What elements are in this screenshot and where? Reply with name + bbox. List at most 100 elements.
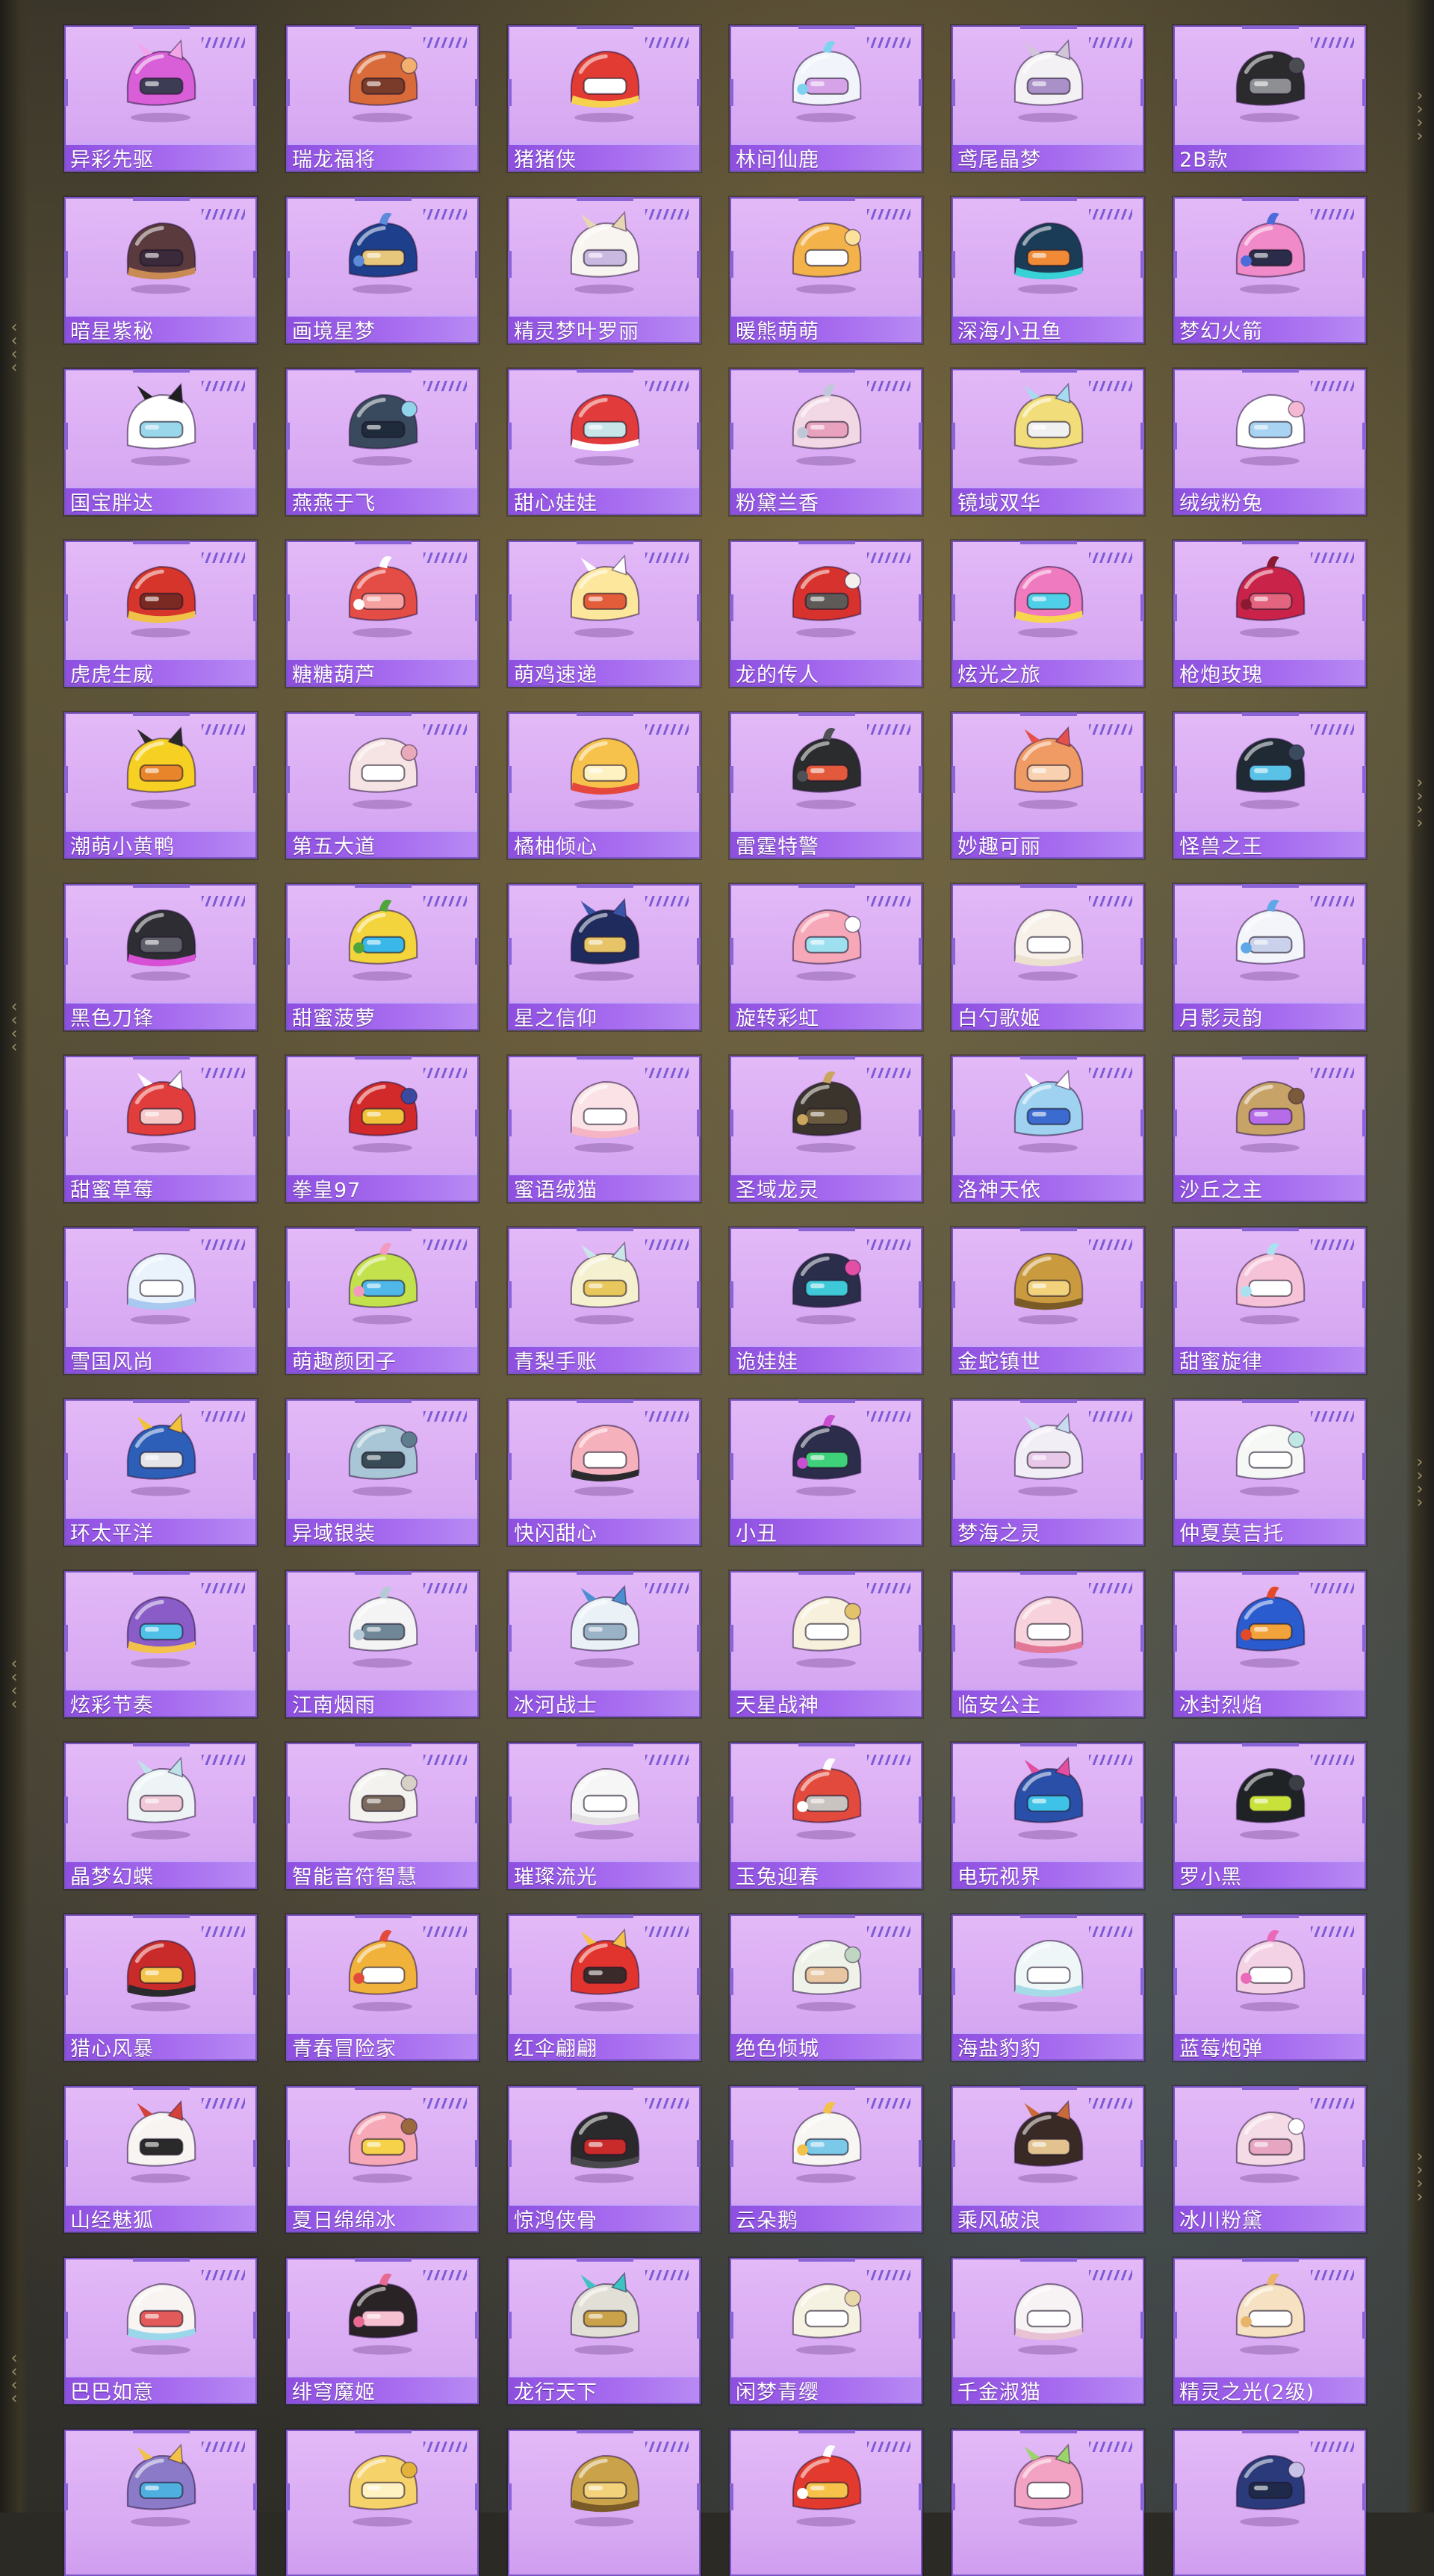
helmet-skin-card[interactable]: 江南烟雨 bbox=[286, 1571, 479, 1717]
helmet-skin-card[interactable]: 梦幻火箭 bbox=[1173, 197, 1366, 343]
helmet-skin-card[interactable]: 梦海之灵 bbox=[952, 1399, 1144, 1546]
helmet-skin-card[interactable]: 智能音符智慧 bbox=[286, 1743, 479, 1889]
helmet-skin-card[interactable]: 红伞翩翩 bbox=[508, 1914, 701, 2061]
helmet-skin-card[interactable]: 瑞龙福将 bbox=[286, 25, 479, 172]
helmet-skin-card[interactable]: 异彩先驱 bbox=[64, 25, 257, 172]
helmet-skin-card[interactable]: 精灵之光(2级) bbox=[1173, 2258, 1366, 2404]
helmet-skin-card[interactable]: 龙行天下 bbox=[508, 2258, 701, 2404]
helmet-skin-card[interactable]: 怪兽之王 bbox=[1173, 712, 1366, 859]
helmet-skin-card[interactable] bbox=[64, 2430, 257, 2576]
helmet-skin-card[interactable]: 虎虎生威 bbox=[64, 541, 257, 687]
helmet-skin-card[interactable]: 绯穹魔姬 bbox=[286, 2258, 479, 2404]
helmet-skin-card[interactable]: 糖糖葫芦 bbox=[286, 541, 479, 687]
helmet-skin-card[interactable]: 罗小黑 bbox=[1173, 1743, 1366, 1889]
helmet-skin-card[interactable]: 天星战神 bbox=[730, 1571, 922, 1717]
card-side-tab bbox=[286, 1281, 290, 1308]
helmet-skin-card[interactable]: 月影灵韵 bbox=[1173, 884, 1366, 1030]
helmet-skin-card[interactable]: 环太平洋 bbox=[64, 1399, 257, 1546]
helmet-skin-card[interactable]: 精灵梦叶罗丽 bbox=[508, 197, 701, 343]
helmet-skin-card[interactable]: 小丑 bbox=[730, 1399, 922, 1546]
card-side-tab bbox=[253, 1281, 257, 1308]
helmet-skin-card[interactable]: 千金淑猫 bbox=[952, 2258, 1144, 2404]
helmet-skin-card[interactable]: 电玩视界 bbox=[952, 1743, 1144, 1889]
helmet-skin-card[interactable] bbox=[508, 2430, 701, 2576]
helmet-skin-card[interactable]: 燕燕于飞 bbox=[286, 369, 479, 515]
helmet-skin-card[interactable]: 青春冒险家 bbox=[286, 1914, 479, 2061]
helmet-skin-card[interactable]: 猪猪侠 bbox=[508, 25, 701, 172]
helmet-skin-card[interactable]: 绒绒粉兔 bbox=[1173, 369, 1366, 515]
helmet-skin-card[interactable]: 潮萌小黄鸭 bbox=[64, 712, 257, 859]
helmet-name-label: 糖糖葫芦 bbox=[292, 663, 376, 687]
helmet-skin-card[interactable]: 山经魅狐 bbox=[64, 2086, 257, 2233]
helmet-skin-card[interactable]: 快闪甜心 bbox=[508, 1399, 701, 1546]
helmet-skin-card[interactable]: 2B款 bbox=[1173, 25, 1366, 172]
helmet-skin-card[interactable]: 鸢尾晶梦 bbox=[952, 25, 1144, 172]
helmet-skin-card[interactable] bbox=[952, 2430, 1144, 2576]
helmet-skin-card[interactable]: 猎心风暴 bbox=[64, 1914, 257, 2061]
helmet-skin-card[interactable]: 雷霆特警 bbox=[730, 712, 922, 859]
card-side-tab bbox=[1173, 2140, 1177, 2167]
helmet-skin-card[interactable]: 白勺歌姬 bbox=[952, 884, 1144, 1030]
helmet-skin-card[interactable]: 沙丘之主 bbox=[1173, 1056, 1366, 1202]
helmet-skin-card[interactable]: 暗星紫秘 bbox=[64, 197, 257, 343]
helmet-skin-card[interactable]: 甜蜜菠萝 bbox=[286, 884, 479, 1030]
helmet-skin-card[interactable]: 甜心娃娃 bbox=[508, 369, 701, 515]
helmet-skin-card[interactable]: 炫彩节奏 bbox=[64, 1571, 257, 1717]
helmet-name-bar: 萌鸡速递 bbox=[509, 659, 699, 687]
helmet-skin-card[interactable]: 画境星梦 bbox=[286, 197, 479, 343]
helmet-skin-card[interactable]: 玉兔迎春 bbox=[730, 1743, 922, 1889]
helmet-skin-card[interactable]: 妙趣可丽 bbox=[952, 712, 1144, 859]
helmet-skin-card[interactable]: 暖熊萌萌 bbox=[730, 197, 922, 343]
helmet-skin-card[interactable]: 雪国风尚 bbox=[64, 1228, 257, 1374]
helmet-skin-card[interactable]: 萌鸡速递 bbox=[508, 541, 701, 687]
helmet-skin-card[interactable]: 枪炮玫瑰 bbox=[1173, 541, 1366, 687]
helmet-name-label: 虎虎生威 bbox=[70, 663, 154, 687]
helmet-skin-card[interactable]: 仲夏莫吉托 bbox=[1173, 1399, 1366, 1546]
helmet-skin-card[interactable]: 云朵鹅 bbox=[730, 2086, 922, 2233]
helmet-skin-card[interactable] bbox=[730, 2430, 922, 2576]
helmet-skin-card[interactable]: 萌趣颜团子 bbox=[286, 1228, 479, 1374]
helmet-skin-card[interactable]: 海盐豹豹 bbox=[952, 1914, 1144, 2061]
helmet-skin-card[interactable]: 甜蜜旋律 bbox=[1173, 1228, 1366, 1374]
helmet-skin-card[interactable]: 闲梦青缨 bbox=[730, 2258, 922, 2404]
helmet-skin-card[interactable]: 绝色倾城 bbox=[730, 1914, 922, 2061]
helmet-skin-card[interactable]: 晶梦幻蝶 bbox=[64, 1743, 257, 1889]
helmet-skin-card[interactable]: 诡娃娃 bbox=[730, 1228, 922, 1374]
helmet-skin-card[interactable]: 临安公主 bbox=[952, 1571, 1144, 1717]
helmet-skin-card[interactable] bbox=[286, 2430, 479, 2576]
helmet-skin-card[interactable]: 璀璨流光 bbox=[508, 1743, 701, 1889]
helmet-skin-card[interactable]: 圣域龙灵 bbox=[730, 1056, 922, 1202]
helmet-skin-card[interactable] bbox=[1173, 2430, 1366, 2576]
helmet-skin-card[interactable]: 林间仙鹿 bbox=[730, 25, 922, 172]
helmet-skin-card[interactable]: 星之信仰 bbox=[508, 884, 701, 1030]
helmet-skin-card[interactable]: 旋转彩虹 bbox=[730, 884, 922, 1030]
helmet-skin-card[interactable]: 镜域双华 bbox=[952, 369, 1144, 515]
helmet-skin-card[interactable]: 甜蜜草莓 bbox=[64, 1056, 257, 1202]
helmet-skin-card[interactable]: 乘风破浪 bbox=[952, 2086, 1144, 2233]
helmet-skin-card[interactable]: 异域银装 bbox=[286, 1399, 479, 1546]
helmet-skin-card[interactable]: 龙的传人 bbox=[730, 541, 922, 687]
helmet-skin-card[interactable]: 青梨手账 bbox=[508, 1228, 701, 1374]
helmet-skin-card[interactable]: 冰封烈焰 bbox=[1173, 1571, 1366, 1717]
helmet-skin-card[interactable]: 国宝胖达 bbox=[64, 369, 257, 515]
card-side-tab bbox=[730, 2312, 733, 2339]
helmet-skin-card[interactable]: 炫光之旅 bbox=[952, 541, 1144, 687]
card-side-tab bbox=[253, 766, 257, 793]
helmet-skin-card[interactable]: 巴巴如意 bbox=[64, 2258, 257, 2404]
helmet-name-label: 夏日绵绵冰 bbox=[292, 2209, 397, 2233]
helmet-skin-card[interactable]: 洛神天依 bbox=[952, 1056, 1144, 1202]
helmet-skin-card[interactable]: 冰川粉黛 bbox=[1173, 2086, 1366, 2233]
helmet-skin-card[interactable]: 蜜语绒猫 bbox=[508, 1056, 701, 1202]
helmet-skin-card[interactable]: 深海小丑鱼 bbox=[952, 197, 1144, 343]
helmet-skin-card[interactable]: 拳皇97 bbox=[286, 1056, 479, 1202]
helmet-skin-card[interactable]: 蓝莓炮弹 bbox=[1173, 1914, 1366, 2061]
helmet-skin-card[interactable]: 冰河战士 bbox=[508, 1571, 701, 1717]
pineapple-helmet-icon bbox=[335, 893, 429, 987]
helmet-skin-card[interactable]: 橘柚倾心 bbox=[508, 712, 701, 859]
helmet-skin-card[interactable]: 惊鸿侠骨 bbox=[508, 2086, 701, 2233]
helmet-skin-card[interactable]: 第五大道 bbox=[286, 712, 479, 859]
helmet-skin-card[interactable]: 粉黛兰香 bbox=[730, 369, 922, 515]
helmet-skin-card[interactable]: 黑色刀锋 bbox=[64, 884, 257, 1030]
helmet-skin-card[interactable]: 金蛇镇世 bbox=[952, 1228, 1144, 1374]
helmet-skin-card[interactable]: 夏日绵绵冰 bbox=[286, 2086, 479, 2233]
